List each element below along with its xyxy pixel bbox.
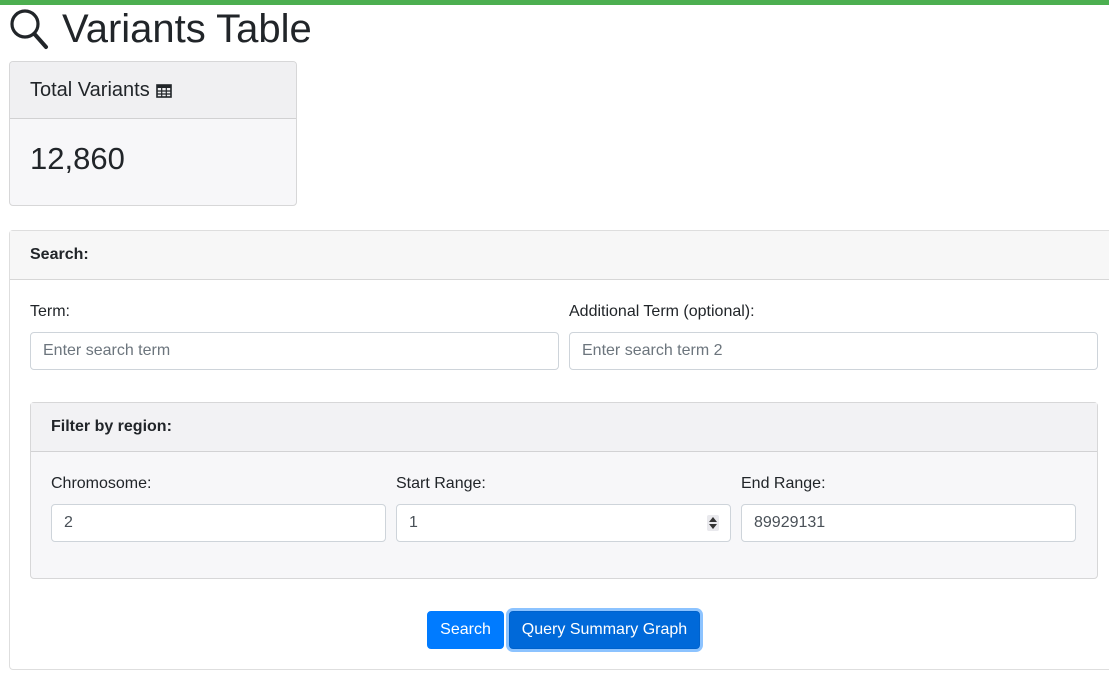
chromosome-input[interactable] — [51, 504, 386, 542]
start-range-field — [396, 504, 731, 542]
query-summary-graph-button[interactable]: Query Summary Graph — [509, 611, 700, 649]
end-range-label: End Range: — [741, 475, 826, 492]
total-variants-value: 12,860 — [30, 141, 125, 176]
spinner-down-icon[interactable] — [709, 524, 717, 529]
additional-term-label: Additional Term (optional): — [569, 303, 755, 320]
end-range-input[interactable] — [741, 504, 1076, 542]
spinner-up-icon[interactable] — [709, 517, 717, 522]
number-spinner-icon[interactable] — [707, 515, 719, 531]
search-panel: Search: Term: Additional Term (optional)… — [9, 230, 1109, 670]
page-title-text: Variants Table — [62, 7, 312, 51]
term-input[interactable] — [30, 332, 559, 370]
table-icon — [155, 82, 172, 98]
chromosome-label: Chromosome: — [51, 475, 152, 492]
term-label: Term: — [30, 303, 70, 320]
start-range-input[interactable] — [396, 504, 731, 542]
search-icon — [8, 7, 50, 51]
top-accent-bar — [0, 0, 1109, 5]
region-filter-panel: Filter by region: Chromosome: Start Rang… — [30, 402, 1098, 579]
total-variants-card: Total Variants 12,860 — [9, 61, 297, 206]
additional-term-input[interactable] — [569, 332, 1098, 370]
search-button[interactable]: Search — [427, 611, 504, 649]
region-filter-header: Filter by region: — [31, 403, 1097, 452]
page-title: Variants Table — [8, 6, 312, 52]
search-panel-header: Search: — [10, 231, 1109, 280]
total-variants-label: Total Variants — [30, 78, 150, 101]
total-variants-header: Total Variants — [10, 62, 296, 119]
start-range-label: Start Range: — [396, 475, 486, 492]
